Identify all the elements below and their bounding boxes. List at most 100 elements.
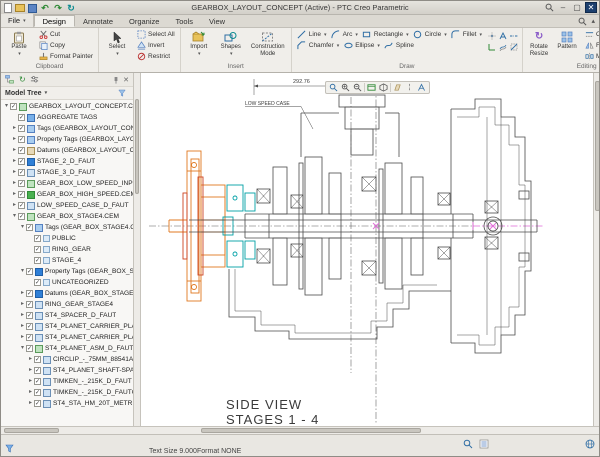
browser-toggle-icon[interactable] [585,439,595,449]
tree-item[interactable]: ▸✓LOW_SPEED_CASE_D_FAUT [1,200,133,211]
tree-checkbox[interactable]: ✓ [18,180,25,187]
tree-checkbox[interactable]: ✓ [34,356,41,363]
zoom-in-icon[interactable] [340,82,351,93]
tree-item[interactable]: ▸✓Datums (GEAR_BOX_STAGE4.CEM) [1,288,133,299]
tree-checkbox[interactable]: ✓ [18,213,25,220]
cut-button[interactable]: Cut [36,29,95,40]
tree-checkbox[interactable]: ✓ [26,268,33,275]
canvas-hscroll-thumb[interactable] [201,428,421,433]
selection-filter-icon[interactable] [5,444,14,453]
expand-arrow-icon[interactable]: ▸ [27,378,34,385]
drawing-canvas[interactable]: 292.76 LOW SPEED CASE [141,73,593,426]
refresh-icon[interactable]: ↻ [19,75,26,84]
expand-arrow-icon[interactable]: ▸ [11,169,18,176]
tab-view[interactable]: View [201,15,233,27]
flip-button[interactable]: Flip ▾ [582,40,599,51]
collapse-arrow-icon[interactable]: ▾ [19,345,26,352]
tree-item[interactable]: ▸✓ST4_PLANET_CARRIER_PLATE_OUT [1,332,133,343]
open-folder-icon[interactable] [15,4,25,12]
zoom-out-icon[interactable] [352,82,363,93]
expand-arrow-icon[interactable]: ▸ [19,334,26,341]
invert-button[interactable]: Invert [134,40,177,51]
expand-arrow-icon[interactable]: ▸ [11,202,18,209]
tree-checkbox[interactable]: ✓ [34,235,41,242]
expand-arrow-icon[interactable]: ▸ [19,301,26,308]
maximize-button[interactable]: ▢ [571,2,583,13]
expand-arrow-icon[interactable]: ▸ [11,125,18,132]
text-icon[interactable] [497,30,508,41]
collapse-arrow-icon[interactable]: ▾ [19,224,26,231]
tree-item[interactable]: ▸✓ST4_STA_HM_20T_METRIC [1,398,133,409]
paste-button[interactable]: Paste ▾ [4,29,34,57]
offset-edge-icon[interactable] [497,41,508,52]
expand-arrow-icon[interactable]: ▸ [11,180,18,187]
collapse-arrow-icon[interactable]: ▾ [11,213,18,220]
tab-annotate[interactable]: Annotate [75,15,121,27]
coordinate-system-icon[interactable] [486,41,497,52]
tree-checkbox[interactable]: ✓ [26,312,33,319]
tree-item[interactable]: ▸✓RING_GEAR_STAGE4 [1,299,133,310]
centerline-icon[interactable] [508,30,519,41]
display-style-icon[interactable] [378,82,389,93]
scrollbar-thumb[interactable] [135,99,139,194]
tree-checkbox[interactable]: ✓ [26,323,33,330]
minimize-button[interactable]: – [557,2,569,13]
expand-arrow-icon[interactable]: ▸ [27,400,34,407]
collapse-arrow-icon[interactable]: ▾ [19,268,26,275]
tree-item[interactable]: ▸✓TIMKEN_-_215K_D_FAUT [1,376,133,387]
model-tree-scrollbar[interactable] [134,73,141,426]
expand-arrow-icon[interactable]: ▸ [11,191,18,198]
scrollbar-thumb[interactable] [595,81,600,211]
tree-item[interactable]: ▾✓Tags (GEAR_BOX_STAGE4.CEM) [1,222,133,233]
tree-checkbox[interactable]: ✓ [34,257,41,264]
datum-axis-toggle-icon[interactable] [404,82,415,93]
tree-item[interactable]: ✓UNCATEGORIZED [1,277,133,288]
tree-item[interactable]: ▸✓TIMKEN_-_215K_D_FAUTCOPY [1,387,133,398]
refit-icon[interactable] [328,82,339,93]
tree-checkbox[interactable]: ✓ [18,125,25,132]
tree-item[interactable]: ▾✓Property Tags (GEAR_BOX_STAGE4.CEM) [1,266,133,277]
expand-arrow-icon[interactable]: ▸ [19,290,26,297]
find-icon[interactable] [463,439,473,449]
canvas-vertical-scrollbar[interactable] [593,73,600,426]
undo-icon[interactable]: ↶ [40,3,50,13]
tree-checkbox[interactable]: ✓ [18,169,25,176]
expand-arrow-icon[interactable]: ▸ [27,356,34,363]
collapse-ribbon-icon[interactable]: ▴ [591,17,595,25]
status-list-icon[interactable] [479,439,489,449]
tree-checkbox[interactable]: ✓ [34,378,41,385]
expand-arrow-icon[interactable]: ▸ [19,312,26,319]
tab-tools[interactable]: Tools [167,15,201,27]
construction-mode-button[interactable]: Construction Mode [248,29,288,57]
tree-item[interactable]: ▸✓Property Tags (GEARBOX_LAYOUT_CONCEPT.… [1,134,133,145]
tree-checkbox[interactable]: ✓ [18,147,25,154]
expand-arrow-icon[interactable]: ▸ [27,389,34,396]
offset-button[interactable]: Offset [582,29,599,40]
file-menu[interactable]: File ▾ [1,14,34,27]
expand-arrow-icon[interactable]: ▸ [11,158,18,165]
tree-item[interactable]: ✓AGGREGATE TAGS [1,112,133,123]
tree-checkbox[interactable]: ✓ [34,400,41,407]
save-icon[interactable] [28,4,37,13]
tree-item[interactable]: ▸✓Tags (GEARBOX_LAYOUT_CONCEPT.CEM) [1,123,133,134]
tree-checkbox[interactable]: ✓ [34,279,41,286]
tree-item[interactable]: ✓PUBLIC [1,233,133,244]
tree-checkbox[interactable]: ✓ [26,224,33,231]
tree-item[interactable]: ▸✓ST4_PLANET_SHAFT-SPACER_I [1,365,133,376]
tree-item[interactable]: ▾✓ST4_PLANET_ASM_D_FAUT [1,343,133,354]
tree-item[interactable]: ✓STAGE_4 [1,255,133,266]
annotation-toggle-icon[interactable] [416,82,427,93]
dropdown-arrow-icon[interactable]: ▾ [45,90,48,96]
spline-button[interactable]: Spline [382,40,416,51]
tree-checkbox[interactable]: ✓ [18,114,25,121]
expand-arrow-icon[interactable]: ▸ [11,136,18,143]
tab-design[interactable]: Design [34,15,75,27]
select-button[interactable]: Select ▾ [102,29,132,57]
repaint-icon[interactable] [366,82,377,93]
shapes-button[interactable]: Shapes ▾ [216,29,246,57]
tree-checkbox[interactable]: ✓ [18,202,25,209]
collapse-arrow-icon[interactable]: ▾ [3,103,10,110]
tree-display-icon[interactable] [5,75,15,84]
tree-item[interactable]: ▾✓GEARBOX_LAYOUT_CONCEPT.CEM [1,101,133,112]
tree-item[interactable]: ✓RING_GEAR [1,244,133,255]
